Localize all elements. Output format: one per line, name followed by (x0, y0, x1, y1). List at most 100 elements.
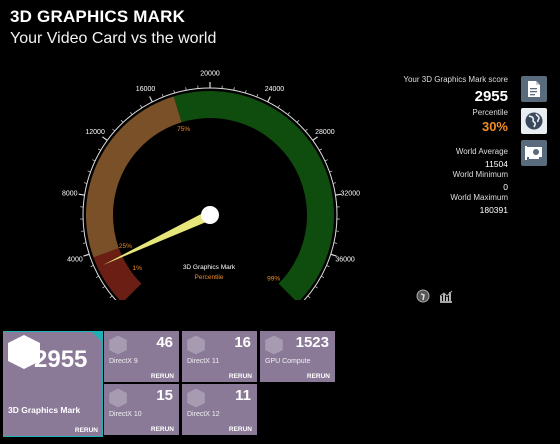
gauge-tick (333, 242, 337, 244)
gauge-band-low (93, 248, 142, 300)
gauge-center-subtitle: Percentile (195, 274, 224, 281)
gauge-tick (95, 275, 99, 278)
gauge-tick (321, 275, 325, 278)
gauge-tick (83, 253, 90, 257)
gauge-scale-label: 32000 (341, 190, 361, 197)
gauge-tick (287, 112, 290, 115)
tile-directx9-rerun[interactable]: RERUN (151, 373, 174, 380)
cube-icon (109, 335, 127, 355)
gauge-tick (78, 193, 85, 196)
graphics-card-icon (525, 146, 542, 160)
world-minimum-label: World Minimum (452, 170, 508, 179)
gauge-tick (140, 105, 143, 108)
gauge-scale-label: 4000 (67, 256, 83, 263)
gauge-tick (319, 148, 323, 151)
tile-directx10[interactable]: 15 DirectX 10 RERUN (104, 384, 179, 435)
gauge-tick (267, 96, 271, 103)
world-compare-button[interactable] (521, 108, 547, 134)
gauge-tick (314, 286, 318, 289)
gauge-needle (103, 210, 213, 265)
gauge-percentile-marker: 99% (267, 276, 280, 283)
gauge-scale-label: 28000 (315, 129, 335, 136)
tile-3d-graphics-mark-rerun[interactable]: RERUN (75, 427, 98, 434)
report-icon (528, 81, 540, 97)
tile-directx10-rerun[interactable]: RERUN (151, 426, 174, 433)
gauge-tick (296, 119, 300, 123)
page-subtitle: Your Video Card vs the world (10, 30, 217, 47)
chart-icon[interactable] (439, 289, 453, 303)
world-minimum-value: 0 (503, 182, 508, 192)
gauge-tick (90, 265, 94, 267)
percentile-value: 30% (481, 119, 508, 134)
gauge-tick (173, 90, 175, 94)
tile-directx9[interactable]: 46 DirectX 9 RERUN (104, 331, 179, 382)
score-value: 2955 (474, 88, 508, 105)
tile-gpu-compute-rerun[interactable]: RERUN (307, 373, 330, 380)
gauge-scale-label: 16000 (136, 86, 156, 93)
gauge-tick (332, 182, 337, 184)
gauge-center-title: 3D Graphics Mark (183, 264, 236, 271)
gauge-tick (109, 295, 113, 299)
gauge-tick (161, 94, 164, 98)
info-icon[interactable] (416, 289, 430, 303)
tile-directx11[interactable]: 16 DirectX 11 RERUN (182, 331, 257, 382)
gauge-percentile-marker: 25% (119, 243, 132, 250)
gauge-tick (312, 136, 318, 141)
gauge-tick (305, 128, 308, 132)
gauge-tick (83, 242, 87, 244)
tile-gpu-compute-name: GPU Compute (265, 358, 311, 365)
gauge-scale-label: 8000 (62, 190, 78, 197)
tile-directx9-name: DirectX 9 (109, 358, 138, 365)
gauge-tick (326, 265, 330, 267)
world-maximum-value: 180391 (479, 205, 508, 215)
tile-3d-graphics-mark-value: 2955 (34, 346, 88, 373)
gauge-scale-label: 24000 (265, 86, 285, 93)
gauge-percentile-marker: 75% (177, 126, 190, 133)
gauge-tick (102, 286, 106, 289)
gauge-percentile-marker: 1% (132, 265, 142, 272)
tile-directx12-rerun[interactable]: RERUN (229, 426, 252, 433)
world-average-label: World Average (455, 147, 508, 156)
gauge-tick (245, 90, 247, 94)
page-title: 3D GRAPHICS MARK (10, 7, 186, 26)
report-button[interactable] (521, 76, 547, 102)
tile-directx11-rerun[interactable]: RERUN (229, 373, 252, 380)
tile-directx12-name: DirectX 12 (187, 411, 220, 418)
tile-directx10-name: DirectX 10 (109, 411, 142, 418)
gauge-tick (102, 136, 108, 141)
gauge-tick (120, 119, 124, 123)
tile-directx9-value: 46 (156, 334, 173, 351)
system-info-button[interactable] (521, 140, 547, 166)
score-gauge: 0400080001200016000200002400028000320003… (62, 71, 361, 300)
gauge-tick (97, 148, 101, 151)
world-average-value: 11504 (484, 159, 508, 169)
gauge-tick (130, 112, 133, 115)
gauge-tick (329, 170, 333, 173)
score-label: Your 3D Graphics Mark score (403, 75, 508, 84)
gauge-scale-label: 12000 (85, 129, 105, 136)
gauge-tick (92, 159, 96, 162)
gauge-hub (201, 206, 219, 224)
cube-icon (187, 335, 205, 355)
gauge-scale-label: 20000 (200, 71, 220, 78)
gauge-tick (324, 159, 328, 162)
gauge-tick (83, 182, 88, 184)
world-maximum-label: World Maximum (450, 193, 508, 202)
gauge-tick (277, 105, 280, 108)
cube-icon (187, 388, 205, 408)
tile-directx11-name: DirectX 11 (187, 358, 220, 365)
tile-3d-graphics-mark[interactable]: 2955 3D Graphics Mark RERUN (3, 331, 103, 437)
tile-directx12-value: 11 (235, 387, 251, 404)
gauge-tick (149, 96, 153, 103)
tile-gpu-compute[interactable]: 1523 GPU Compute RERUN (260, 331, 335, 382)
selected-corner (91, 331, 103, 343)
tile-directx10-value: 15 (156, 387, 173, 404)
gauge-tick (112, 128, 115, 132)
gauge-tick (87, 170, 91, 173)
gauge-tick (256, 94, 259, 98)
cube-icon (109, 388, 127, 408)
gauge-scale-label: 36000 (335, 256, 355, 263)
tile-directx12[interactable]: 11 DirectX 12 RERUN (182, 384, 257, 435)
tile-gpu-compute-value: 1523 (295, 334, 329, 351)
tile-3d-graphics-mark-name: 3D Graphics Mark (8, 405, 81, 415)
